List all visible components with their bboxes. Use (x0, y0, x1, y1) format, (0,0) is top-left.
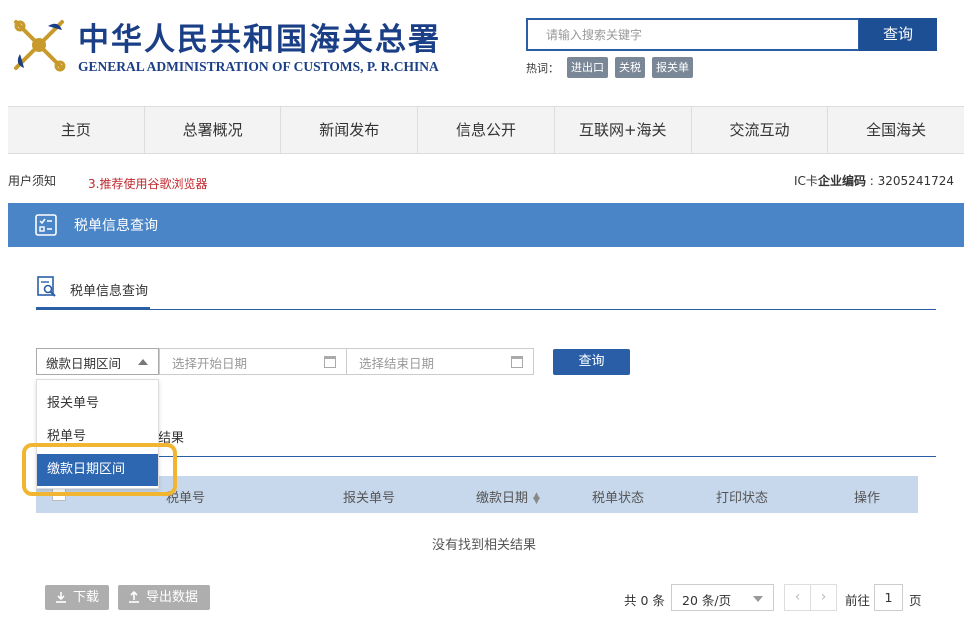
next-page-button[interactable]: › (810, 584, 837, 611)
download-icon (56, 592, 66, 603)
nav-item-national-customs[interactable]: 全国海关 (828, 107, 964, 153)
user-notice-link[interactable]: 用户须知 (8, 172, 56, 189)
search-input[interactable]: 请输入搜索关键字 (526, 18, 860, 51)
tab-tax-bill-query[interactable]: 税单信息查询 (70, 280, 148, 299)
browser-recommendation: 3.推荐使用谷歌浏览器 (88, 177, 208, 191)
site-header: 中华人民共和国海关总署 GENERAL ADMINISTRATION OF CU… (0, 0, 968, 106)
chevron-up-icon (138, 359, 148, 365)
page-size-select[interactable]: 20 条/页 (671, 584, 774, 611)
ic-card-info: IC卡企业编码 : 3205241724 (794, 172, 954, 189)
nav-item-home[interactable]: 主页 (8, 107, 145, 153)
start-date-placeholder: 选择开始日期 (172, 356, 248, 371)
end-date-input[interactable]: 选择结束日期 (346, 348, 534, 375)
col-actions: 操作 (854, 491, 881, 506)
section-title: 税单信息查询 (74, 218, 158, 234)
upload-icon (129, 591, 139, 603)
ic-value: : 3205241724 (869, 174, 954, 188)
query-type-selected: 缴款日期区间 (46, 356, 122, 371)
chevron-down-icon (753, 596, 763, 602)
section-title-bar: 税单信息查询 (8, 203, 964, 247)
col-declaration-no: 报关单号 (343, 491, 396, 506)
nav-item-internet-customs[interactable]: 互联网+海关 (555, 107, 692, 153)
nav-item-overview[interactable]: 总署概况 (145, 107, 282, 153)
col-payment-date[interactable]: 缴款日期 ▲ ▼ (476, 487, 541, 506)
start-date-input[interactable]: 选择开始日期 (159, 348, 347, 375)
document-search-icon (37, 276, 56, 297)
sort-icon[interactable]: ▲ ▼ (533, 491, 541, 505)
customs-emblem-icon (14, 20, 66, 72)
download-button[interactable]: 下载 (45, 585, 109, 610)
hot-words-label: 热词： (526, 62, 559, 75)
checklist-icon (35, 214, 57, 236)
main-nav: 主页 总署概况 新闻发布 信息公开 互联网+海关 交流互动 全国海关 (8, 106, 964, 154)
empty-results-message: 没有找到相关结果 (431, 538, 536, 553)
calendar-icon (511, 356, 523, 368)
export-button[interactable]: 导出数据 (118, 585, 210, 610)
end-date-placeholder: 选择结束日期 (359, 356, 435, 371)
site-title-en: GENERAL ADMINISTRATION OF CUSTOMS, P. R.… (78, 59, 439, 74)
page-size-value: 20 条/页 (682, 593, 732, 608)
prev-page-button[interactable]: ‹ (784, 584, 811, 611)
ic-label: 企业编码 (817, 174, 866, 188)
nav-item-info-public[interactable]: 信息公开 (418, 107, 555, 153)
col-tax-bill-status: 税单状态 (592, 491, 645, 506)
hot-tag-tariff[interactable]: 关税 (615, 57, 645, 78)
query-type-select[interactable]: 缴款日期区间 (36, 348, 159, 375)
search-button[interactable]: 查询 (859, 18, 937, 51)
ic-prefix: IC卡 (794, 174, 818, 188)
site-title-cn: 中华人民共和国海关总署 (78, 22, 441, 58)
total-count: 共 0 条 (624, 593, 665, 608)
subtab-active-indicator (36, 307, 150, 310)
col-print-status: 打印状态 (716, 491, 769, 506)
goto-page-input[interactable]: 1 (874, 584, 903, 611)
highlight-annotation (22, 443, 177, 496)
hot-tag-declaration[interactable]: 报关单 (652, 57, 693, 78)
query-button[interactable]: 查询 (553, 349, 630, 375)
hot-tag-import-export[interactable]: 进出口 (567, 57, 608, 78)
goto-suffix: 页 (909, 593, 922, 608)
download-label: 下载 (73, 590, 100, 605)
export-label: 导出数据 (146, 590, 199, 605)
nav-item-interaction[interactable]: 交流互动 (692, 107, 829, 153)
subtab-divider (36, 309, 936, 310)
col-payment-date-label: 缴款日期 (476, 491, 529, 506)
nav-item-news[interactable]: 新闻发布 (281, 107, 419, 153)
goto-label: 前往 (845, 593, 871, 608)
option-declaration-no[interactable]: 报关单号 (37, 388, 158, 420)
calendar-icon (324, 356, 336, 368)
